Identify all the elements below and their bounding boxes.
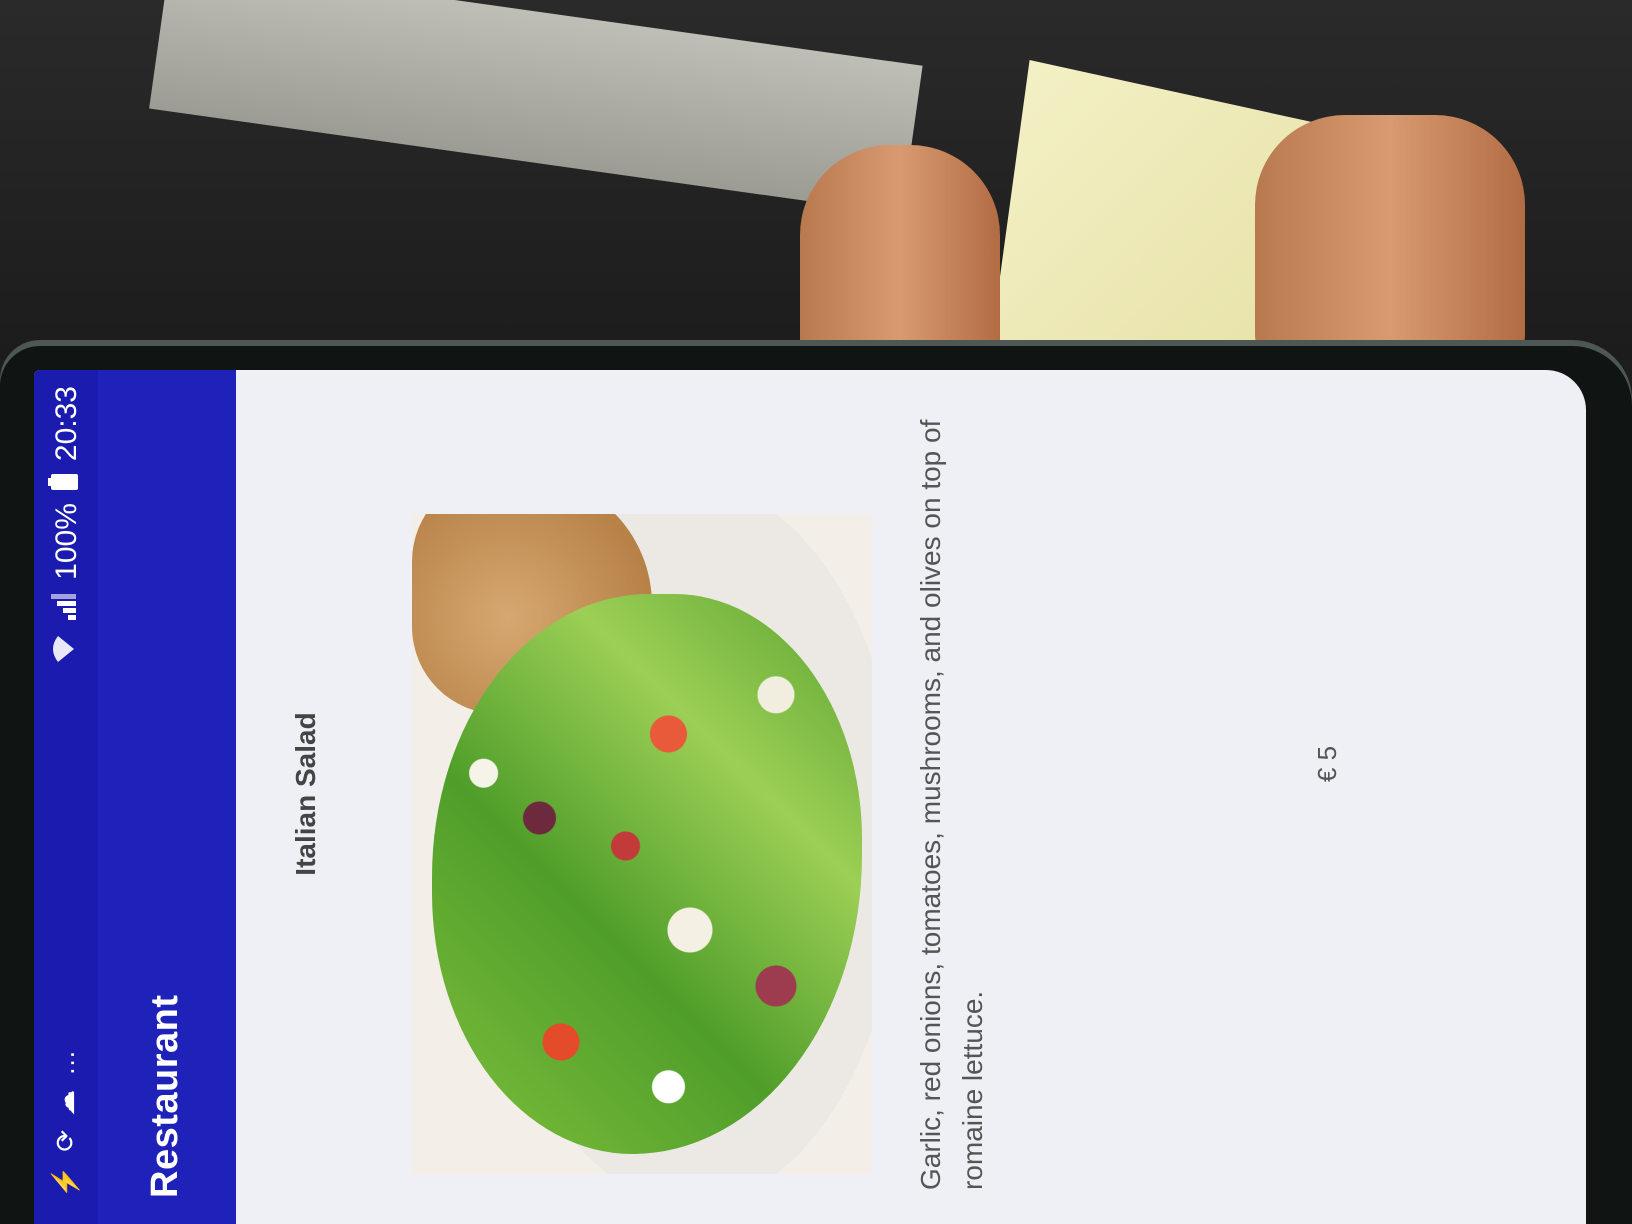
dish-price: € 5 bbox=[1312, 745, 1342, 783]
dish-description: Garlic, red onions, tomatoes, mushrooms,… bbox=[915, 419, 988, 1190]
wifi-icon bbox=[50, 634, 84, 664]
status-bar: ⚡ ⟳ ☁ … 100% 20:33 bbox=[34, 370, 98, 1224]
app-title: Restaurant bbox=[144, 994, 186, 1199]
signal-icon bbox=[50, 592, 84, 622]
lightning-icon: ⚡ bbox=[50, 1165, 80, 1198]
clock: 20:33 bbox=[50, 386, 83, 462]
status-bar-system: 100% 20:33 bbox=[48, 386, 86, 664]
battery-percent: 100% bbox=[50, 503, 83, 580]
phone-screen: ⚡ ⟳ ☁ … 100% 20:33 Restaurant Italian Sa… bbox=[34, 370, 1586, 1224]
dish-name: Italian Salad bbox=[290, 712, 321, 876]
dish-image bbox=[412, 514, 872, 1174]
battery-icon bbox=[48, 473, 86, 491]
status-bar-notifications: ⚡ ⟳ ☁ … bbox=[48, 1050, 82, 1198]
cloud-icon: ☁ bbox=[50, 1089, 80, 1116]
app-toolbar: Restaurant bbox=[98, 370, 236, 1224]
app-screen: ⚡ ⟳ ☁ … 100% 20:33 Restaurant Italian Sa… bbox=[34, 370, 1586, 1224]
dish-detail: Italian Salad Garlic, red onions, tomato… bbox=[236, 370, 1586, 1224]
photo-finger bbox=[1255, 115, 1525, 365]
more-dots-icon: … bbox=[50, 1049, 80, 1076]
sync-icon: ⟳ bbox=[50, 1129, 80, 1152]
